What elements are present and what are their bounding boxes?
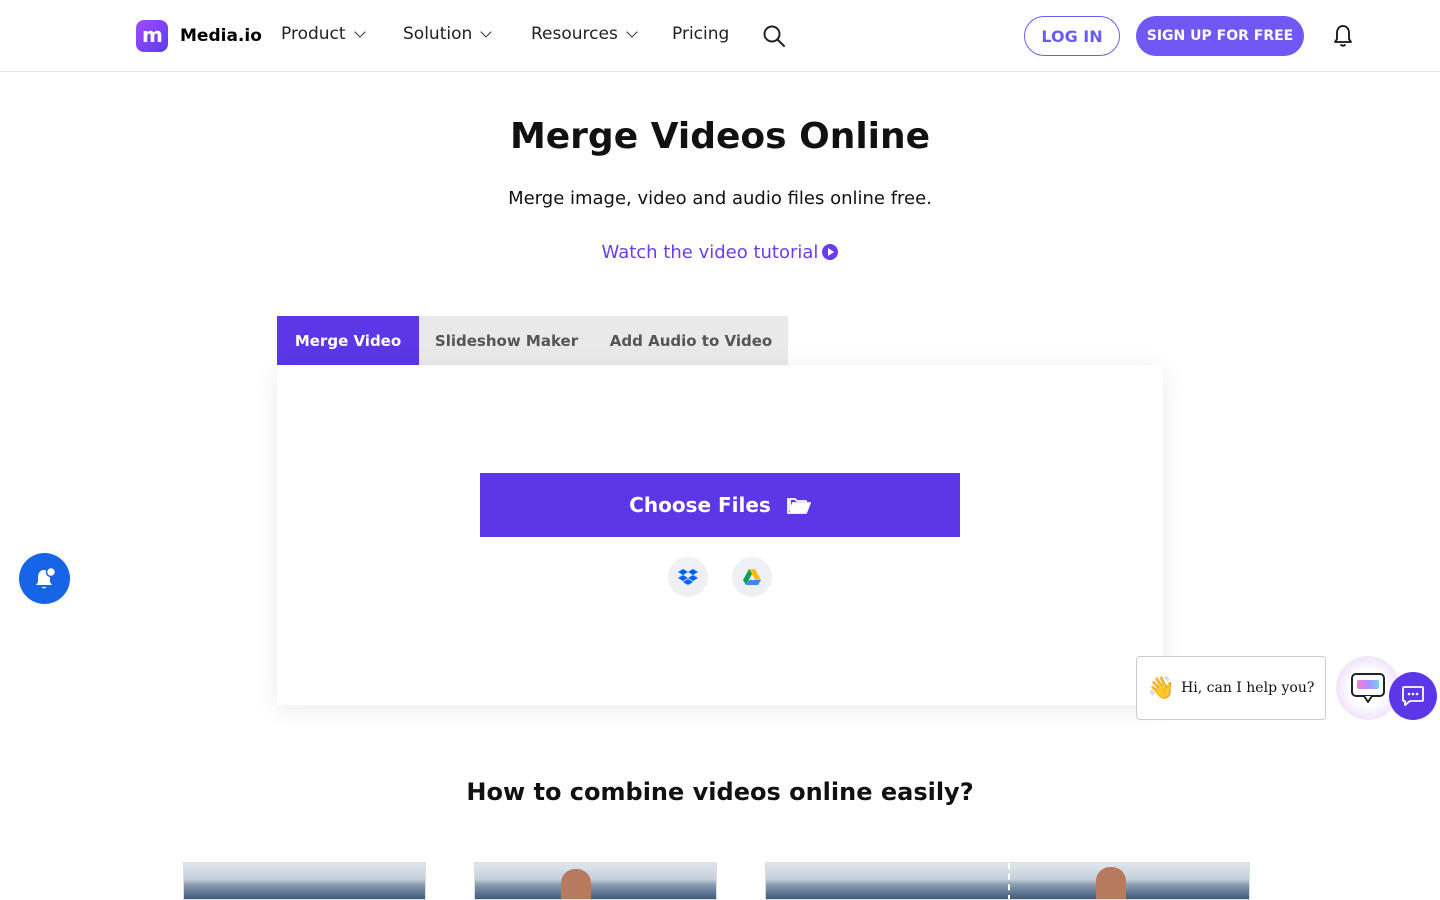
logo-icon: m	[136, 20, 168, 52]
how-to-heading: How to combine videos online easily?	[466, 778, 974, 806]
notification-float-button[interactable]	[19, 553, 70, 604]
nav-item-product[interactable]: Product	[281, 24, 366, 44]
tab-slideshow-maker[interactable]: Slideshow Maker	[419, 316, 594, 365]
google-drive-button[interactable]	[732, 557, 772, 597]
chat-bubble-icon	[1351, 673, 1385, 703]
tutorial-link[interactable]: Watch the video tutorial	[0, 242, 1440, 263]
bell-icon	[35, 566, 56, 588]
split-divider	[1008, 863, 1010, 899]
folder-open-icon	[786, 498, 811, 514]
tutorial-link-label: Watch the video tutorial	[601, 242, 819, 263]
wave-hand-icon: 👋	[1147, 675, 1176, 701]
step-thumbnail	[183, 862, 426, 900]
nav-item-label: Resources	[531, 24, 618, 44]
tool-tabs: Merge Video Slideshow Maker Add Audio to…	[277, 316, 788, 365]
chat-greeting-text: Hi, can I help you?	[1181, 680, 1315, 696]
login-button[interactable]: LOG IN	[1024, 16, 1120, 56]
chevron-down-icon	[626, 26, 638, 38]
signup-button[interactable]: SIGN UP FOR FREE	[1136, 16, 1304, 56]
step-thumbnail	[474, 862, 717, 900]
nav-item-label: Pricing	[672, 24, 730, 44]
dropbox-button[interactable]	[668, 557, 708, 597]
nav-item-label: Solution	[403, 24, 473, 44]
nav-item-solution[interactable]: Solution	[403, 24, 492, 44]
google-drive-icon	[743, 569, 761, 585]
play-icon	[822, 244, 839, 260]
step-thumbnail	[765, 862, 1250, 900]
nav-item-pricing[interactable]: Pricing	[672, 24, 729, 44]
page-title: Merge Videos Online	[509, 116, 931, 157]
chat-greeting[interactable]: 👋 Hi, can I help you?	[1136, 656, 1326, 720]
bell-icon[interactable]	[1332, 24, 1354, 48]
person-silhouette	[1096, 867, 1126, 899]
top-nav: m Media.io Product Solution Resources Pr…	[0, 0, 1440, 72]
nav-item-resources[interactable]: Resources	[531, 24, 638, 44]
chevron-down-icon	[480, 26, 492, 38]
chevron-down-icon	[353, 26, 366, 38]
search-icon[interactable]	[762, 24, 786, 48]
logo-text: Media.io	[180, 26, 262, 46]
dropbox-icon	[678, 569, 698, 585]
choose-files-button[interactable]: Choose Files	[480, 473, 960, 537]
page-subtitle: Merge image, video and audio files onlin…	[508, 188, 932, 209]
logo[interactable]: m Media.io	[136, 20, 262, 52]
chat-open-button[interactable]	[1389, 672, 1437, 720]
choose-files-label: Choose Files	[629, 493, 771, 517]
message-icon	[1402, 686, 1424, 706]
person-silhouette	[561, 869, 591, 899]
nav-item-label: Product	[281, 24, 346, 44]
tab-merge-video[interactable]: Merge Video	[277, 316, 419, 365]
logo-letter: m	[142, 23, 163, 47]
tab-add-audio-to-video[interactable]: Add Audio to Video	[594, 316, 788, 365]
